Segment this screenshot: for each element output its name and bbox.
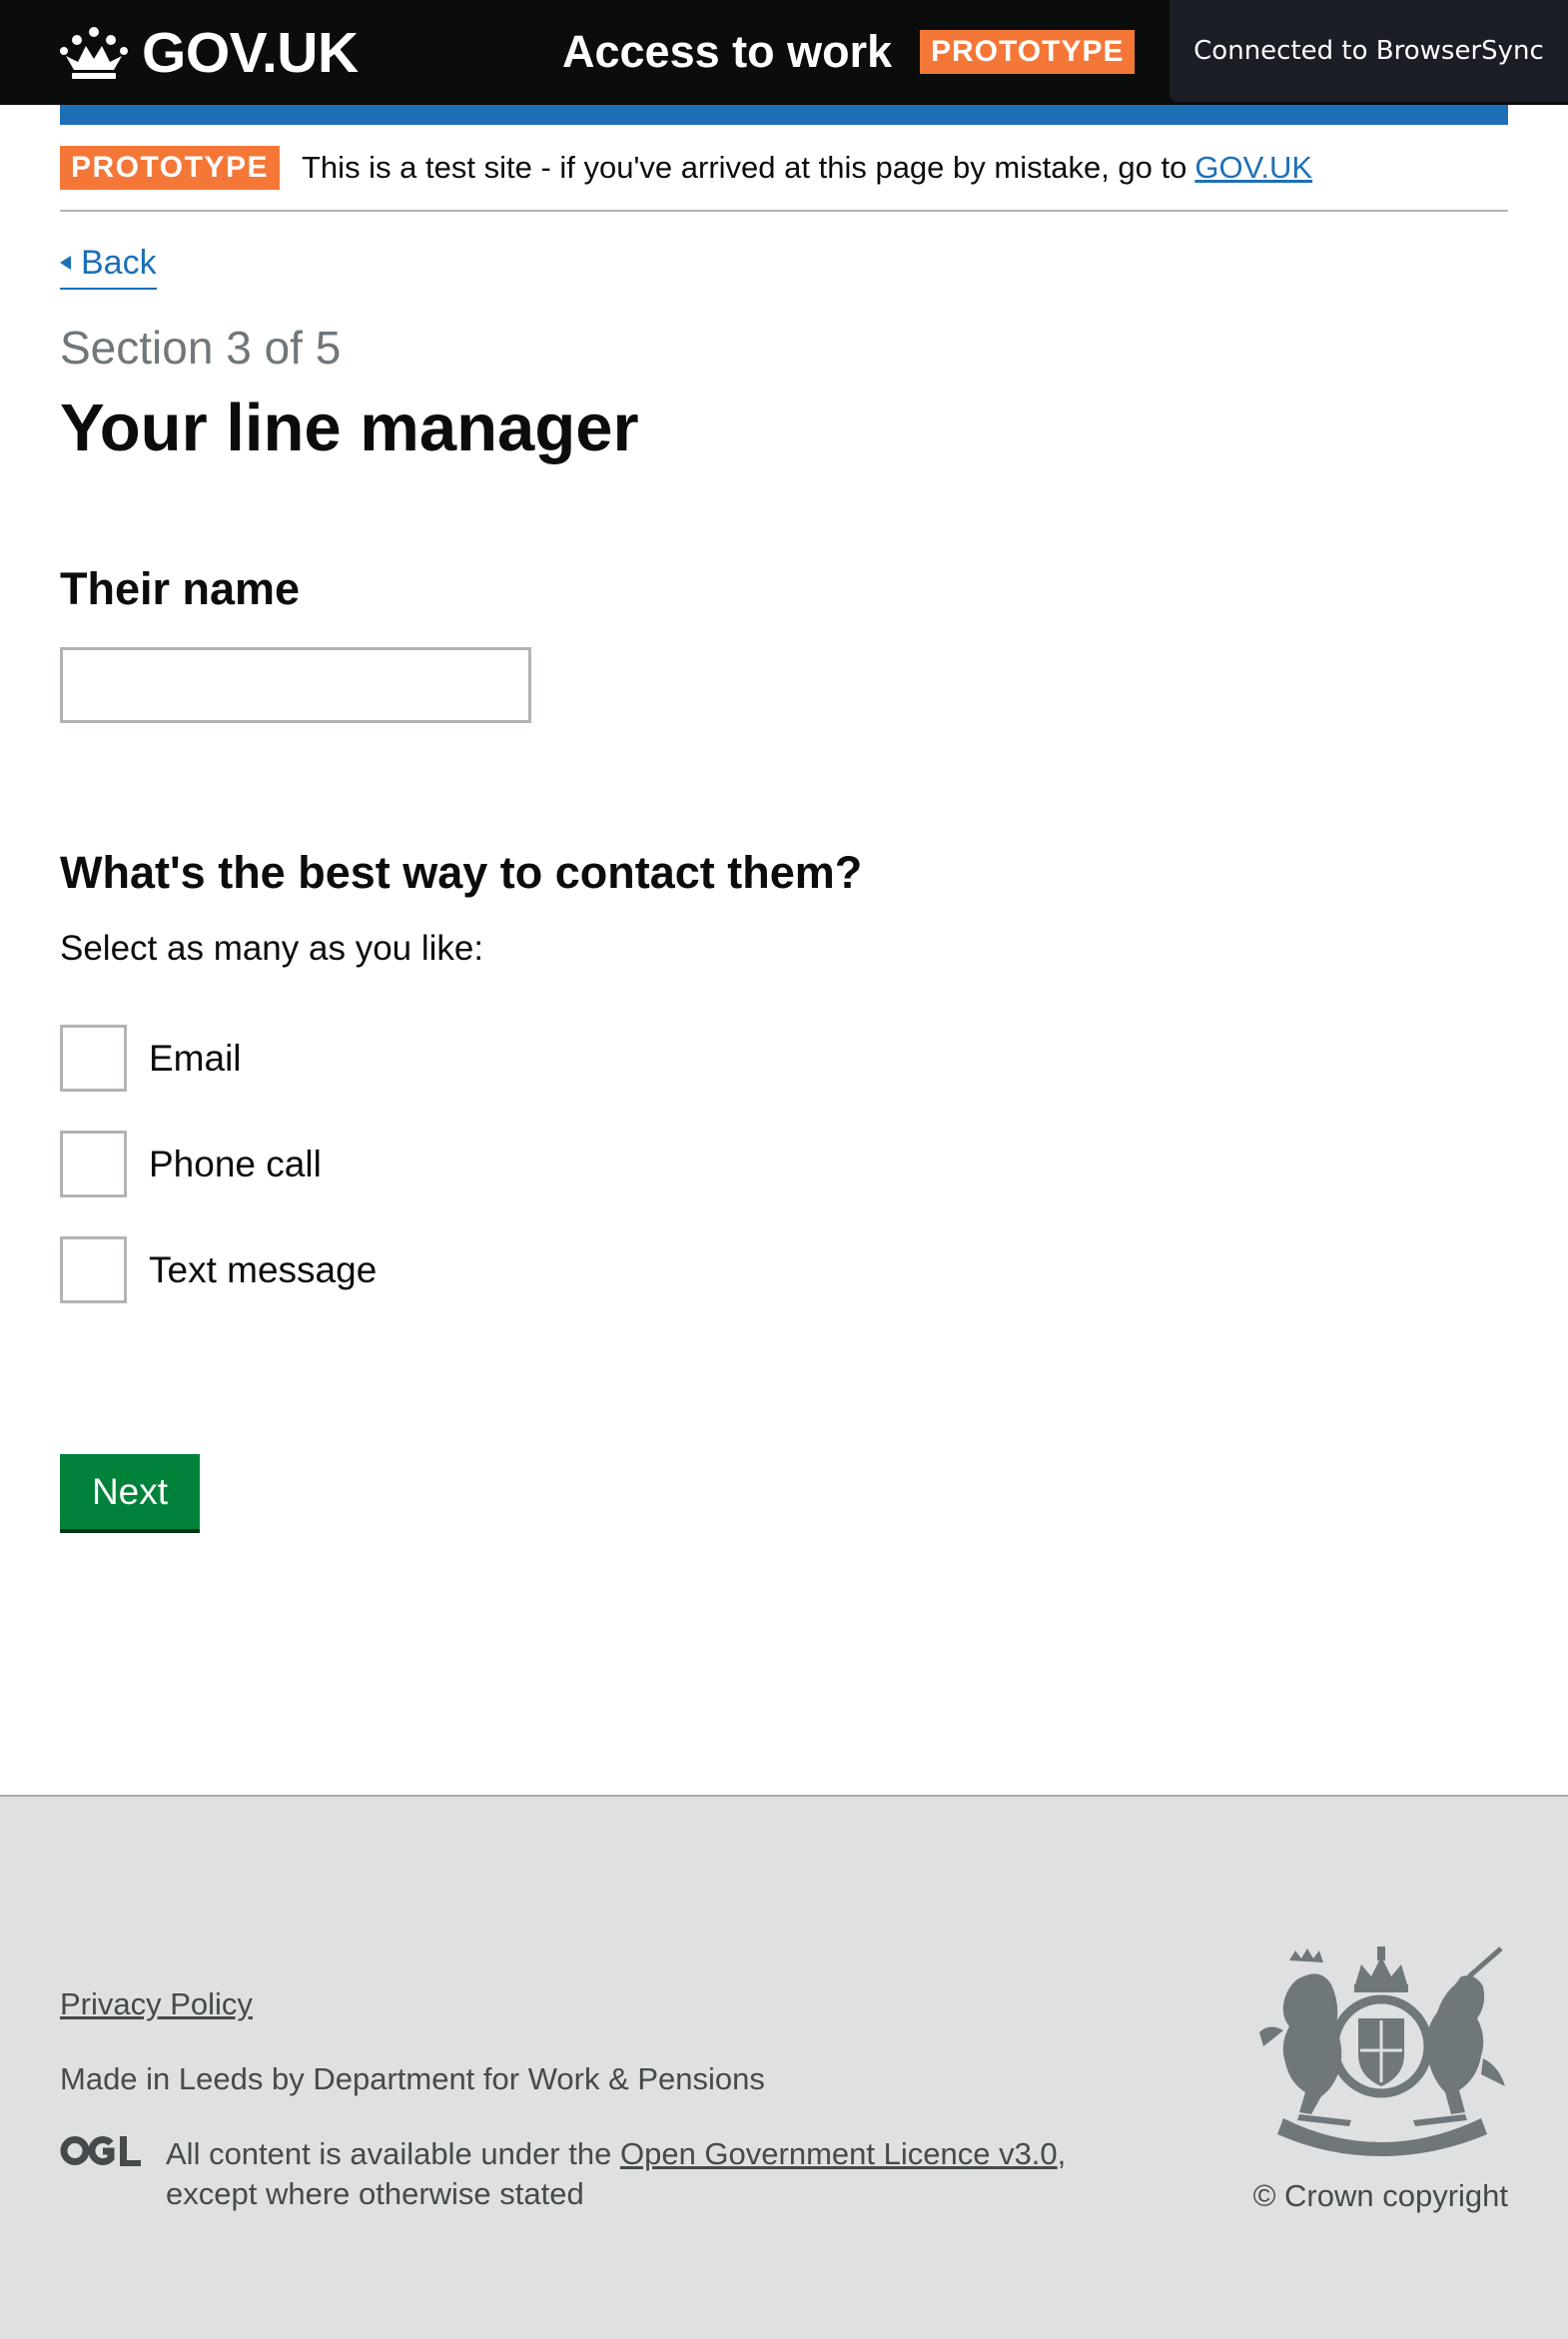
- checkbox-label-phone-call[interactable]: Phone call: [149, 1140, 322, 1189]
- privacy-policy-link[interactable]: Privacy Policy: [60, 1984, 253, 2024]
- back-link[interactable]: Back: [60, 238, 157, 290]
- crown-icon: [60, 27, 128, 79]
- site-header: GOV.UK Access to work PROTOTYPE Connecte…: [0, 0, 1568, 105]
- phase-tag: PROTOTYPE: [920, 30, 1136, 74]
- browsersync-notification: Connected to BrowserSync: [1170, 0, 1568, 102]
- checkbox-label-email[interactable]: Email: [149, 1034, 242, 1084]
- govuk-logo-text: GOV.UK: [142, 20, 359, 85]
- licence-text: All content is available under the Open …: [166, 2134, 1115, 2214]
- ogl-logo-icon: [60, 2136, 141, 2166]
- back-link-label: Back: [81, 243, 157, 282]
- royal-coat-of-arms-icon: [1259, 1947, 1505, 2156]
- name-input[interactable]: [60, 647, 531, 723]
- footer-made-by: Made in Leeds by Department for Work & P…: [60, 2061, 765, 2096]
- name-label: Their name: [60, 563, 301, 614]
- ogl-licence-link[interactable]: Open Government Licence v3.0: [620, 2136, 1058, 2171]
- next-button[interactable]: Next: [60, 1454, 200, 1529]
- crown-copyright: © Crown copyright: [1252, 2178, 1508, 2213]
- phase-banner-text-wrap: This is a test site - if you've arrived …: [302, 145, 1312, 191]
- checkbox-label-text-message[interactable]: Text message: [149, 1245, 377, 1295]
- licence-prefix: All content is available under the: [166, 2136, 612, 2171]
- phase-banner: PROTOTYPE This is a test site - if you'v…: [60, 125, 1508, 212]
- contact-legend: What's the best way to contact them?: [60, 847, 863, 898]
- contact-hint: Select as many as you like:: [60, 929, 484, 968]
- checkbox-email[interactable]: Email: [60, 1025, 242, 1092]
- checkbox-input-text-message[interactable]: [60, 1236, 127, 1303]
- service-name-link[interactable]: Access to work: [562, 22, 892, 82]
- phase-banner-text: This is a test site - if you've arrived …: [302, 150, 1187, 185]
- page-title: Your line manager: [60, 390, 639, 465]
- phase-banner-tag: PROTOTYPE: [60, 146, 280, 190]
- back-arrow-icon: [60, 256, 71, 270]
- govuk-logo-link[interactable]: GOV.UK: [60, 18, 359, 88]
- govuk-link[interactable]: GOV.UK: [1194, 150, 1312, 185]
- section-caption: Section 3 of 5: [60, 322, 342, 374]
- checkbox-input-phone-call[interactable]: [60, 1131, 127, 1197]
- checkbox-input-email[interactable]: [60, 1025, 127, 1092]
- checkbox-phone-call[interactable]: Phone call: [60, 1131, 322, 1197]
- header-blue-bar: [60, 105, 1508, 125]
- site-footer: Privacy Policy Made in Leeds by Departme…: [0, 1795, 1568, 2339]
- checkbox-text-message[interactable]: Text message: [60, 1236, 377, 1303]
